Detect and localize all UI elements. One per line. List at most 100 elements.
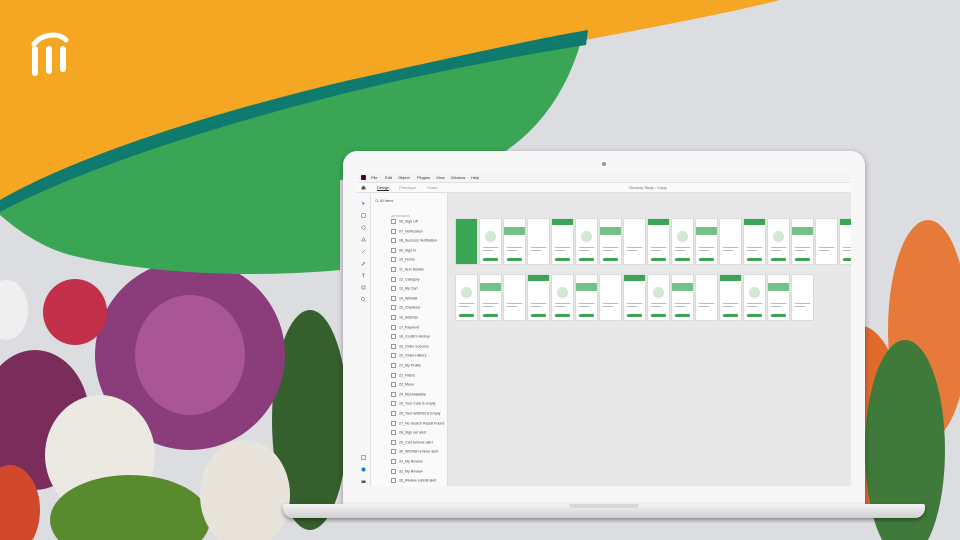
menu-window[interactable]: Window [451,175,465,180]
artboard-button [651,314,666,317]
layer-item[interactable]: 21_My Profile [391,363,421,368]
layer-item[interactable]: 22_Filters [391,372,415,378]
assets-icon[interactable] [361,455,366,460]
artboard-text-line [771,247,786,248]
artboard-thumbnail[interactable] [552,219,573,264]
home-icon[interactable] [361,185,366,190]
artboard-thumbnail[interactable] [480,219,501,264]
artboard-text-line [603,247,618,248]
artboard-button [603,258,618,261]
artboard-thumbnail[interactable] [672,219,693,264]
layer-item[interactable]: 14_Wishlist [391,295,417,301]
layers-search[interactable]: All Items [375,199,443,206]
layer-item[interactable]: 25_Your Card is empty [391,401,435,407]
layer-item[interactable]: 18_Confirm History [391,334,430,340]
artboard-text-line [627,303,642,304]
layer-item[interactable]: 31_My Review [391,459,423,464]
artboard-thumbnail[interactable] [456,219,477,264]
layer-item[interactable]: 11_Item Details [391,267,424,272]
artboard-text-line [603,250,613,251]
artboard-thumbnail[interactable] [768,219,789,264]
layers-icon[interactable] [361,479,366,484]
menu-plugins[interactable]: Plugins [417,175,430,180]
artboard-thumbnail[interactable] [576,275,597,320]
menu-help[interactable]: Help [471,175,479,180]
artboard-thumbnail[interactable] [576,219,597,264]
artboard-thumbnail[interactable] [648,275,669,320]
layer-item[interactable]: 09_Sign In [391,247,416,253]
artboard-text-line [603,303,618,304]
artboard-thumbnail[interactable] [624,275,645,320]
line-tool-icon[interactable] [361,249,366,254]
artboard-thumbnail[interactable] [792,219,813,264]
layer-item[interactable]: 23_Menu [391,382,414,388]
artboard-thumbnail[interactable] [768,275,789,320]
artboard-thumbnail[interactable] [720,275,741,320]
artboard-thumbnail[interactable] [600,219,621,264]
layer-item[interactable]: 16_Address [391,315,418,320]
artboard-thumbnail[interactable] [552,275,573,320]
layer-item[interactable]: 26_Your Wishlist is Empty [391,411,440,416]
layer-item[interactable]: 28_Sign out alert [391,430,426,436]
artboard-text-line [579,306,589,307]
layer-item[interactable]: 30_Wishlist remove alert [391,449,438,455]
artboard-thumbnail[interactable] [456,275,477,320]
pen-tool-icon[interactable] [361,261,366,266]
select-tool-icon[interactable] [361,201,366,206]
artboard-thumbnail[interactable] [504,275,525,320]
menu-object[interactable]: Object [398,175,410,180]
artboard-thumbnail[interactable] [840,219,851,264]
layer-item[interactable]: 07_Verification [391,228,423,234]
artboard-thumbnail[interactable] [528,275,549,320]
layer-item[interactable]: 29_Cart remove alert [391,439,433,445]
plugins-icon[interactable] [361,467,366,472]
layer-item[interactable]: 24_Not Available [391,391,426,397]
menu-edit[interactable]: Edit [385,175,392,180]
layer-item[interactable]: 15_Checkout [391,305,420,311]
layer-item[interactable]: 20_Order History [391,353,426,359]
tab-design[interactable]: Design [377,185,390,191]
artboard-thumbnail[interactable] [696,219,717,264]
artboard-text-line [555,250,565,251]
layer-item[interactable]: 06_Sign UP [391,219,418,224]
artboard-icon [391,353,396,359]
artboard-text-line [675,247,690,248]
artboard-thumbnail[interactable] [600,275,621,320]
ellipse-tool-icon[interactable] [361,225,366,230]
artboard-thumbnail[interactable] [816,219,837,264]
tab-share[interactable]: Share [427,185,438,190]
artboard-thumbnail[interactable] [528,219,549,264]
artboard-icon [391,276,396,282]
artboard-illustration [653,287,664,298]
artboard-thumbnail[interactable] [744,275,765,320]
layer-item[interactable]: 33_Review submit alert [391,478,436,484]
layer-item[interactable]: 32_My Review [391,468,423,474]
layer-item[interactable]: 27_No Search Result Found [391,420,444,426]
layers-panel: All Items ARTBOARDS 06_Sign UP 07_Verific… [371,193,448,486]
menu-file[interactable]: File [371,175,377,180]
artboard-thumbnail[interactable] [672,275,693,320]
artboard-thumbnail[interactable] [792,275,813,320]
text-tool-icon[interactable] [361,273,366,278]
layer-item[interactable]: 17_Payment [391,324,419,330]
artboard-thumbnail[interactable] [624,219,645,264]
menu-view[interactable]: View [436,175,445,180]
layer-item[interactable]: 12_Category [391,276,420,282]
artboard-thumbnail[interactable] [744,219,765,264]
artboard-thumbnail[interactable] [696,275,717,320]
layer-item[interactable]: 10_Home [391,257,415,263]
artboard-thumbnail[interactable] [504,219,525,264]
zoom-tool-icon[interactable] [361,297,366,302]
artboard-thumbnail[interactable] [720,219,741,264]
artboard-thumbnail[interactable] [648,219,669,264]
polygon-tool-icon[interactable] [361,237,366,242]
layer-item[interactable]: 13_My Cart [391,286,418,292]
layer-item[interactable]: 08_Success Verification [391,238,437,244]
canvas[interactable] [448,193,851,486]
artboard-tool-icon[interactable] [361,285,366,290]
artboard-text-line [459,303,474,304]
rectangle-tool-icon[interactable] [361,213,366,218]
artboard-thumbnail[interactable] [480,275,501,320]
tab-prototype[interactable]: Prototype [399,185,416,190]
layer-item[interactable]: 19_Order Success [391,343,429,349]
